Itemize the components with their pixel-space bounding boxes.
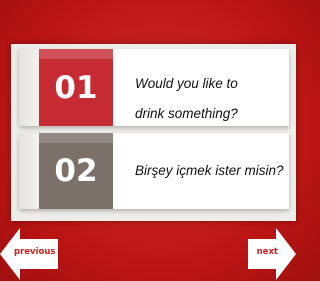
card-number-badge: 01 [19,49,113,126]
content-panel: 01 Would you like to drink something? 02… [11,44,296,221]
phrase-card-2[interactable]: 02 Birşey içmek ister misin? [19,133,289,209]
phrase-line-2: drink something? [135,106,238,121]
next-button[interactable]: next [248,228,296,280]
next-label: next [256,247,278,257]
phrase-text-turkish: Birşey içmek ister misin? [135,163,284,178]
phrase-text-english: Would you like to drink something? [135,69,285,129]
previous-button[interactable]: previous [0,228,58,280]
phrase-card-1[interactable]: 01 Would you like to drink something? [19,49,289,126]
previous-label: previous [14,247,56,257]
card-number-badge: 02 [19,133,113,209]
phrase-line-1: Would you like to [135,76,238,91]
right-arrow-icon [276,228,296,280]
